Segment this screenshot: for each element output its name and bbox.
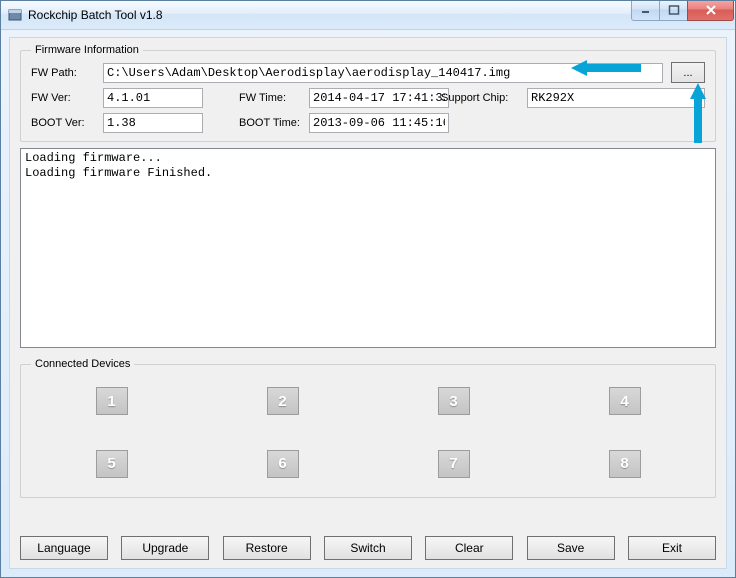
- device-grid: 1 2 3 4 5 6 7 8: [31, 376, 705, 489]
- window-title: Rockchip Batch Tool v1.8: [28, 8, 632, 22]
- fw-ver-label: FW Ver:: [31, 92, 103, 104]
- client-area: Firmware Information FW Path: ... FW Ver…: [9, 37, 727, 569]
- maximize-button[interactable]: [659, 1, 688, 21]
- titlebar: Rockchip Batch Tool v1.8: [1, 1, 735, 30]
- close-button[interactable]: [687, 1, 734, 21]
- connected-devices-group: Connected Devices 1 2 3 4 5 6 7 8: [20, 358, 716, 498]
- device-slot-2[interactable]: 2: [267, 387, 299, 415]
- boot-time-input[interactable]: [309, 113, 449, 133]
- restore-button[interactable]: Restore: [223, 536, 311, 560]
- fw-time-input[interactable]: [309, 88, 449, 108]
- boot-ver-label: BOOT Ver:: [31, 117, 103, 129]
- support-chip-input[interactable]: [527, 88, 705, 108]
- fw-path-input[interactable]: [103, 63, 663, 83]
- device-slot-3[interactable]: 3: [438, 387, 470, 415]
- window-controls: [632, 1, 734, 21]
- boot-ver-input[interactable]: [103, 113, 203, 133]
- fw-path-label: FW Path:: [31, 67, 103, 79]
- firmware-info-group: Firmware Information FW Path: ... FW Ver…: [20, 44, 716, 142]
- device-slot-7[interactable]: 7: [438, 450, 470, 478]
- clear-button[interactable]: Clear: [425, 536, 513, 560]
- boot-time-label: BOOT Time:: [239, 117, 309, 129]
- browse-button[interactable]: ...: [671, 62, 705, 83]
- device-slot-8[interactable]: 8: [609, 450, 641, 478]
- device-slot-4[interactable]: 4: [609, 387, 641, 415]
- upgrade-button[interactable]: Upgrade: [121, 536, 209, 560]
- save-button[interactable]: Save: [527, 536, 615, 560]
- device-slot-5[interactable]: 5: [96, 450, 128, 478]
- app-icon: [7, 7, 23, 23]
- app-window: Rockchip Batch Tool v1.8 Firmware Inform…: [0, 0, 736, 578]
- button-bar: Language Upgrade Restore Switch Clear Sa…: [20, 536, 716, 560]
- minimize-button[interactable]: [631, 1, 660, 21]
- log-area[interactable]: Loading firmware... Loading firmware Fin…: [20, 148, 716, 348]
- device-slot-6[interactable]: 6: [267, 450, 299, 478]
- exit-button[interactable]: Exit: [628, 536, 716, 560]
- firmware-info-legend: Firmware Information: [31, 44, 143, 56]
- fw-time-label: FW Time:: [239, 92, 309, 104]
- switch-button[interactable]: Switch: [324, 536, 412, 560]
- connected-devices-legend: Connected Devices: [31, 358, 134, 370]
- device-slot-1[interactable]: 1: [96, 387, 128, 415]
- support-chip-label: Support Chip:: [441, 92, 527, 104]
- fw-ver-input[interactable]: [103, 88, 203, 108]
- language-button[interactable]: Language: [20, 536, 108, 560]
